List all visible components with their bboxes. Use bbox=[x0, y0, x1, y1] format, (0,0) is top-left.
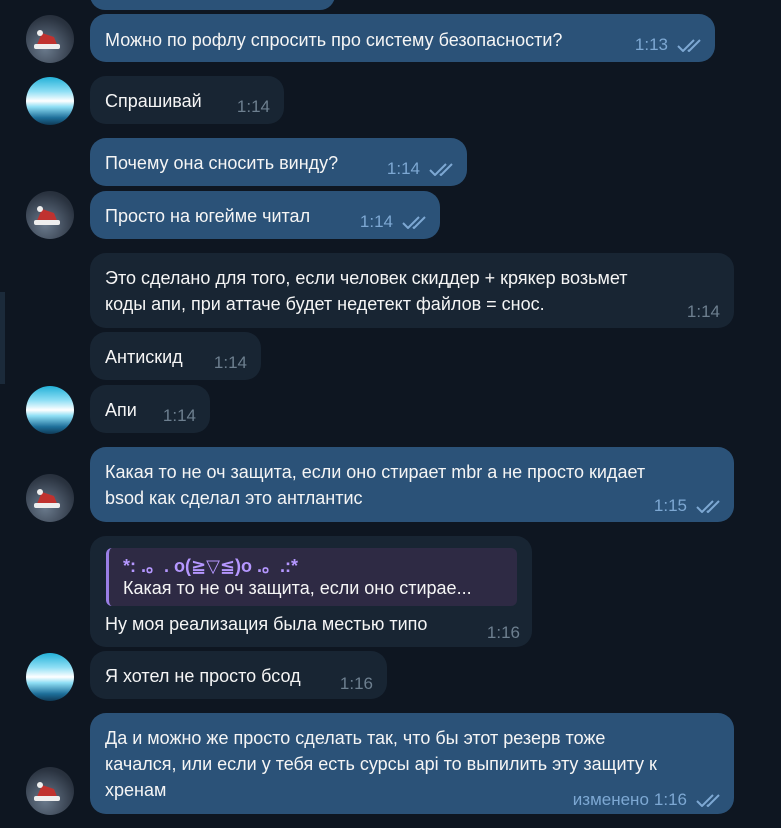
message-meta: 1:13 bbox=[635, 32, 705, 58]
avatar[interactable] bbox=[26, 474, 74, 522]
window-edge bbox=[0, 292, 5, 384]
message-bubble[interactable]: Да и можно же просто сделать так, что бы… bbox=[90, 713, 734, 814]
double-check-icon bbox=[429, 163, 453, 176]
message-time: 1:14 bbox=[359, 212, 393, 231]
double-check-icon bbox=[402, 216, 426, 229]
message-text: Ну моя реализация была местью типо bbox=[105, 614, 428, 634]
edited-label: изменено bbox=[572, 790, 649, 809]
message-text-line: качался, или если у тебя есть сурсы api … bbox=[105, 754, 657, 774]
message-meta: 1:14 bbox=[163, 403, 196, 429]
message-text: Спрашивай bbox=[105, 91, 202, 111]
message-meta: 1:14 bbox=[237, 94, 270, 120]
double-check-icon bbox=[696, 794, 720, 807]
santa-hat-icon bbox=[34, 30, 60, 49]
message-text: Я хотел не просто бсод bbox=[105, 666, 301, 686]
message-bubble[interactable]: Это сделано для того, если человек скидд… bbox=[90, 253, 734, 328]
message-time: 1:15 bbox=[653, 496, 687, 515]
message-meta: изменено 1:16 bbox=[573, 787, 724, 813]
message-text-line: Это сделано для того, если человек скидд… bbox=[105, 268, 628, 288]
message-bubble[interactable]: Можно по рофлу спросить про систему безо… bbox=[90, 14, 715, 62]
avatar[interactable] bbox=[26, 15, 74, 63]
avatar[interactable] bbox=[26, 653, 74, 701]
message-meta: 1:14 bbox=[687, 299, 720, 325]
message-time: 1:14 bbox=[386, 159, 420, 178]
santa-hat-icon bbox=[34, 782, 60, 801]
reply-quote[interactable]: *: .。. o(≧▽≦)o .。.:* Какая то не оч защи… bbox=[106, 548, 517, 606]
message-bubble[interactable]: Апи 1:14 bbox=[90, 385, 210, 433]
message-text-line: bsod как сделал это антлантис bbox=[105, 488, 363, 508]
message-text-line: коды апи, при аттаче будет недетект файл… bbox=[105, 294, 545, 314]
santa-hat-icon bbox=[34, 489, 60, 508]
message-bubble[interactable]: Антискид 1:14 bbox=[90, 332, 261, 380]
message-time: 1:16 bbox=[486, 623, 520, 642]
message-time: 1:14 bbox=[236, 97, 270, 116]
message-meta: 1:16 bbox=[340, 671, 373, 697]
message-time: 1:16 bbox=[339, 674, 373, 693]
message-meta: 1:14 bbox=[387, 156, 457, 182]
message-bubble[interactable]: Спрашивай 1:14 bbox=[90, 76, 284, 124]
avatar[interactable] bbox=[26, 191, 74, 239]
message-text: Можно по рофлу спросить про систему безо… bbox=[105, 30, 563, 50]
reply-author: *: .。. o(≧▽≦)o .。.:* bbox=[123, 556, 298, 576]
message-meta: 1:15 bbox=[654, 493, 724, 519]
reply-text: Какая то не оч защита, если оно стирае..… bbox=[123, 578, 472, 598]
message-text: Просто на югейме читал bbox=[105, 206, 311, 226]
message-time: 1:13 bbox=[634, 35, 668, 54]
message-time: 1:16 bbox=[653, 790, 687, 809]
message-bubble[interactable]: Я хотел не просто бсод 1:16 bbox=[90, 651, 387, 699]
message-text-line: хренам bbox=[105, 780, 167, 800]
message-text: Почему она сносить винду? bbox=[105, 153, 339, 173]
message-text: Апи bbox=[105, 400, 137, 420]
message-time: 1:14 bbox=[162, 406, 196, 425]
santa-hat-icon bbox=[34, 206, 60, 225]
message-bubble-cut bbox=[90, 0, 335, 10]
message-time: 1:14 bbox=[686, 302, 720, 321]
avatar[interactable] bbox=[26, 386, 74, 434]
message-text: Антискид bbox=[105, 347, 183, 367]
message-text-line: Какая то не оч защита, если оно стирает … bbox=[105, 462, 646, 482]
message-meta: 1:14 bbox=[214, 350, 247, 376]
avatar[interactable] bbox=[26, 77, 74, 125]
message-meta: 1:14 bbox=[360, 209, 430, 235]
message-bubble[interactable]: Какая то не оч защита, если оно стирает … bbox=[90, 447, 734, 522]
double-check-icon bbox=[696, 500, 720, 513]
avatar[interactable] bbox=[26, 767, 74, 815]
message-text-line: Да и можно же просто сделать так, что бы… bbox=[105, 728, 606, 748]
message-bubble[interactable]: Просто на югейме читал 1:14 bbox=[90, 191, 440, 239]
message-time: 1:14 bbox=[213, 353, 247, 372]
message-meta: 1:16 bbox=[487, 620, 520, 646]
message-bubble[interactable]: Почему она сносить винду? 1:14 bbox=[90, 138, 467, 186]
double-check-icon bbox=[677, 39, 701, 52]
